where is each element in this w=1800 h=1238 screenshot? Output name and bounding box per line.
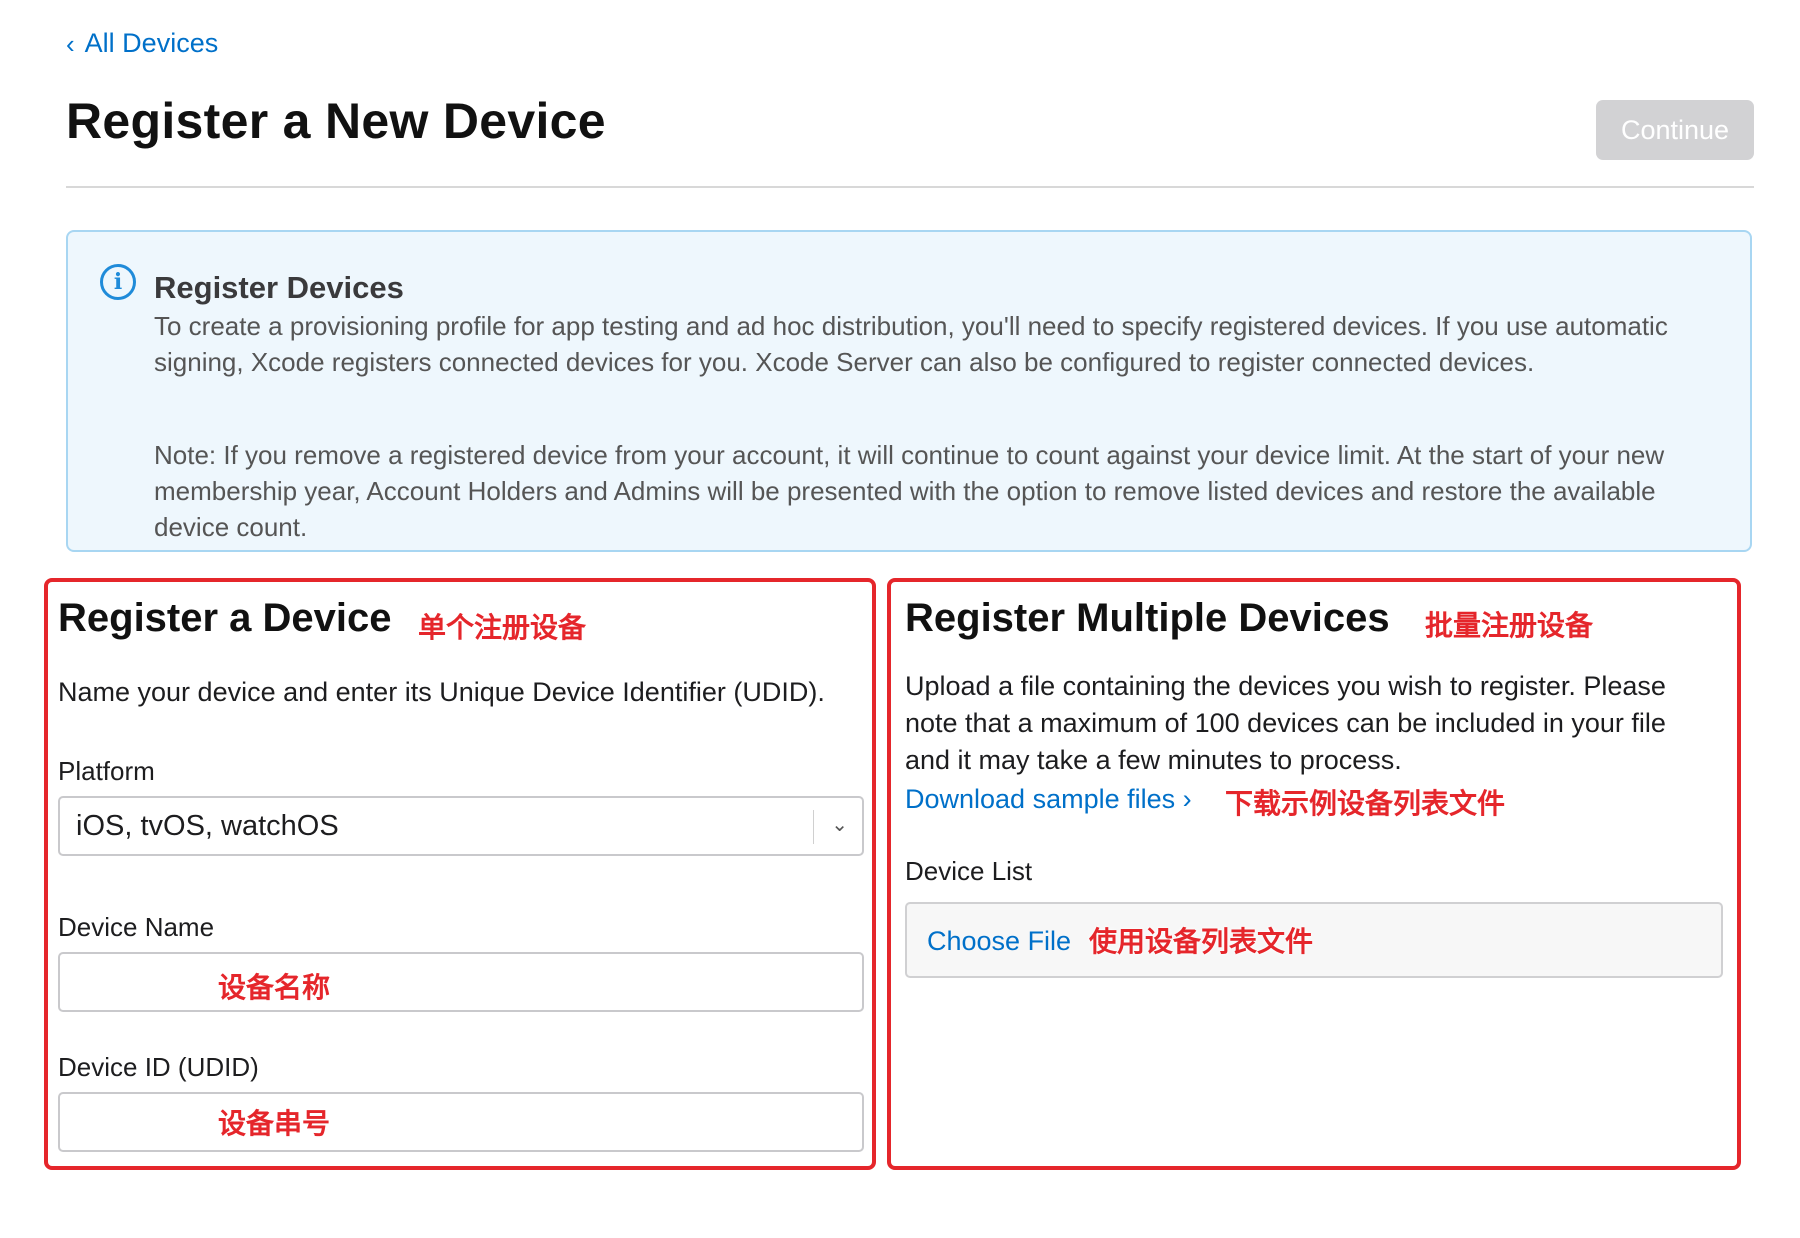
continue-button[interactable]: Continue [1596, 100, 1754, 160]
info-icon: i [100, 264, 136, 300]
device-list-label: Device List [905, 856, 1033, 886]
register-multiple-panel: Register Multiple Devices 批量注册设备 Upload … [887, 578, 1741, 1170]
back-link-label: All Devices [84, 28, 219, 58]
page-title: Register a New Device [66, 93, 606, 149]
select-separator [813, 810, 814, 844]
device-id-input[interactable] [58, 1092, 864, 1152]
device-name-label: Device Name [58, 912, 215, 942]
info-paragraph-1: To create a provisioning profile for app… [154, 311, 1668, 377]
all-devices-back-link[interactable]: ‹ All Devices [66, 28, 218, 59]
multiple-description: Upload a file containing the devices you… [905, 671, 1666, 775]
info-paragraph-2: Note: If you remove a registered device … [154, 440, 1665, 542]
device-list-file-field[interactable]: Choose File [905, 902, 1723, 978]
info-title: Register Devices [154, 270, 404, 305]
choose-file-button[interactable]: Choose File [927, 926, 1071, 957]
platform-select-value: iOS, tvOS, watchOS [76, 810, 339, 842]
choose-file-annotation: 使用设备列表文件 [1089, 925, 1314, 958]
device-name-input[interactable] [58, 952, 864, 1012]
multiple-annotation: 批量注册设备 [1425, 609, 1594, 642]
platform-label: Platform [58, 756, 155, 786]
chevron-right-icon: › [1182, 784, 1192, 814]
chevron-left-icon: ‹ [66, 28, 75, 59]
register-single-panel: Register a Device 单个注册设备 Name your devic… [44, 578, 876, 1170]
header-divider [66, 186, 1754, 188]
platform-select[interactable]: iOS, tvOS, watchOS ⌄ [58, 796, 864, 856]
multiple-panel-title: Register Multiple Devices [905, 596, 1390, 640]
info-callout: i Register Devices To create a provision… [66, 230, 1752, 552]
download-link-label: Download sample files [905, 784, 1176, 814]
device-id-annotation: 设备串号 [218, 1107, 331, 1140]
device-id-label: Device ID (UDID) [58, 1052, 259, 1082]
single-annotation: 单个注册设备 [418, 611, 587, 644]
download-sample-files-link[interactable]: Download sample files › [905, 784, 1192, 815]
register-device-page: ‹ All Devices Register a New Device Cont… [0, 0, 1800, 1238]
chevron-down-icon: ⌄ [831, 814, 848, 836]
single-panel-title: Register a Device [58, 596, 392, 640]
device-name-annotation: 设备名称 [218, 971, 331, 1004]
single-description: Name your device and enter its Unique De… [58, 677, 825, 707]
download-annotation: 下载示例设备列表文件 [1225, 787, 1506, 820]
